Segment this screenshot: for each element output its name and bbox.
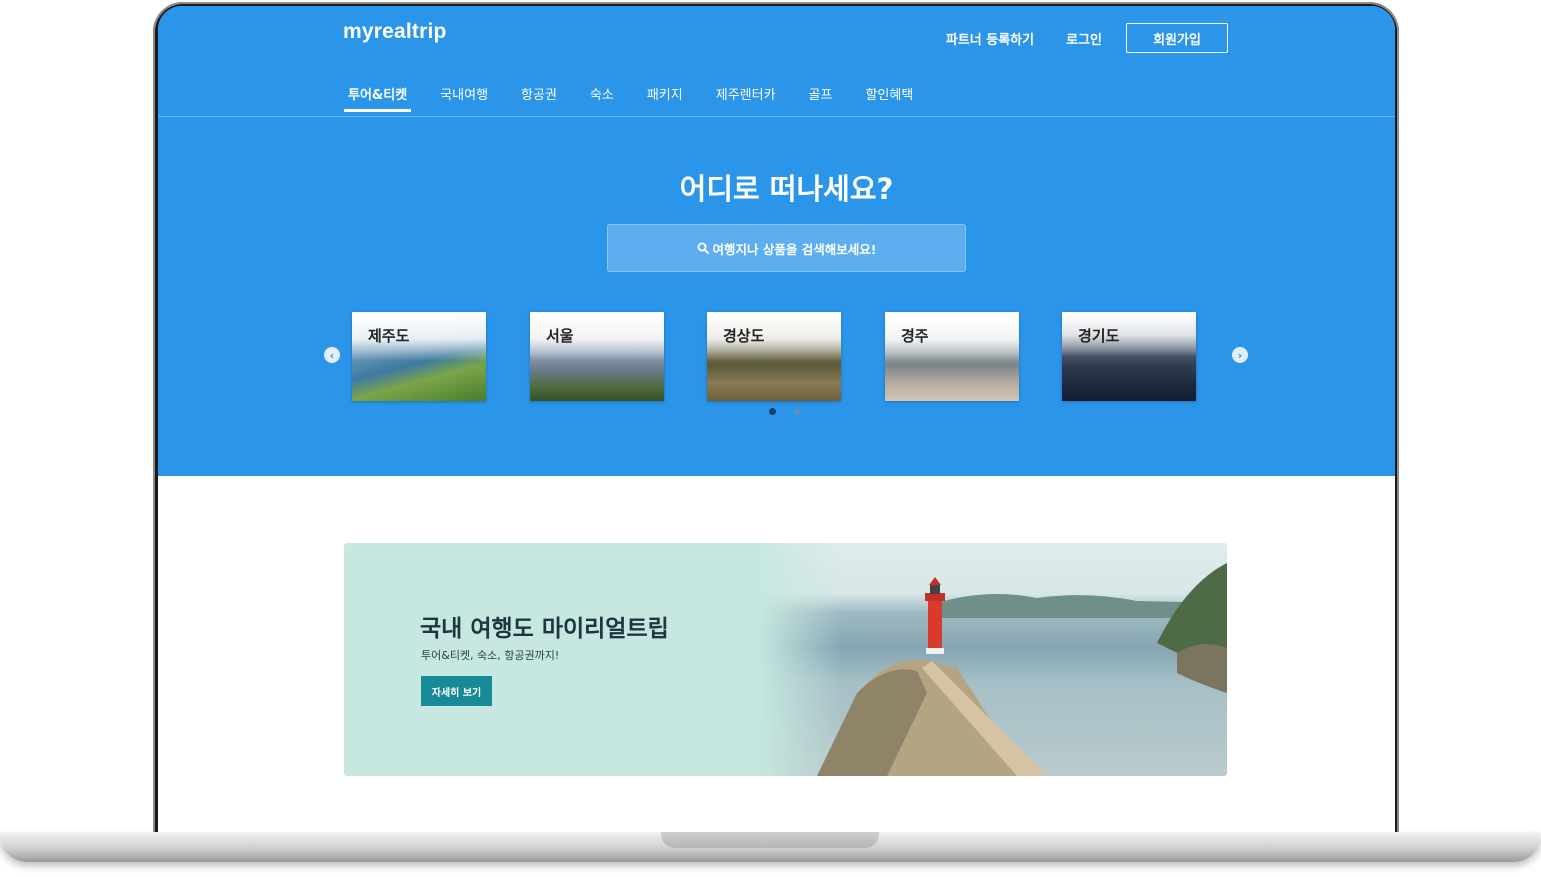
destination-label: 경주 [901,327,929,345]
carousel-dot-1[interactable] [769,408,776,415]
laptop-screen: myrealtrip 파트너 등록하기 로그인 회원가입 투어&티켓 국내여행 … [158,6,1395,832]
search-icon [697,242,709,254]
destination-card-gyeongsang[interactable]: 경상도 [707,312,841,401]
banner-subtitle: 투어&티켓, 숙소, 항공권까지! [421,649,560,662]
destination-card-seoul[interactable]: 서울 [530,312,664,401]
logo[interactable]: myrealtrip [343,20,447,44]
login-link[interactable]: 로그인 [1066,29,1102,48]
nav-divider [158,116,1395,117]
banner-image [757,543,1227,776]
main-nav: 투어&티켓 국내여행 항공권 숙소 패키지 제주렌터카 골프 할인혜택 [344,80,942,112]
destination-label: 경상도 [723,327,765,345]
header-links: 파트너 등록하기 로그인 회원가입 [914,23,1228,53]
nav-item-flights[interactable]: 항공권 [517,80,561,112]
search-placeholder: 여행지나 상품을 검색해보세요! [712,241,877,257]
laptop-notch [661,832,879,848]
chevron-right-icon: › [1237,348,1243,362]
lighthouse-scene [817,563,1227,776]
nav-item-jeju-rentacar[interactable]: 제주렌터카 [712,80,780,112]
carousel-prev-button[interactable]: ‹ [324,347,340,363]
signup-button[interactable]: 회원가입 [1126,23,1228,53]
destination-label: 경기도 [1078,327,1120,345]
nav-item-tour-ticket[interactable]: 투어&티켓 [344,80,412,112]
carousel-next-button[interactable]: › [1232,347,1248,363]
hero-title: 어디로 떠나세요? [679,172,894,206]
nav-item-package[interactable]: 패키지 [643,80,687,112]
nav-item-lodging[interactable]: 숙소 [586,80,618,112]
search-input[interactable]: 여행지나 상품을 검색해보세요! [607,224,966,272]
destination-label: 서울 [546,327,574,345]
promo-banner[interactable]: 국내 여행도 마이리얼트립 투어&티켓, 숙소, 항공권까지! 자세히 보기 [344,543,1227,776]
carousel-pagination [769,408,819,415]
carousel-dot-2[interactable] [794,408,801,415]
banner-detail-button[interactable]: 자세히 보기 [421,676,492,706]
nav-item-golf[interactable]: 골프 [805,80,837,112]
destination-card-gyeongju[interactable]: 경주 [885,312,1019,401]
destination-label: 제주도 [368,327,410,345]
banner-title: 국내 여행도 마이리얼트립 [420,616,669,642]
partner-register-link[interactable]: 파트너 등록하기 [946,29,1034,48]
nav-item-domestic[interactable]: 국내여행 [436,80,492,112]
destination-card-gyeonggi[interactable]: 경기도 [1062,312,1196,401]
nav-item-discount[interactable]: 할인혜택 [861,80,917,112]
destination-card-jeju[interactable]: 제주도 [352,312,486,401]
hero-section: myrealtrip 파트너 등록하기 로그인 회원가입 투어&티켓 국내여행 … [158,6,1395,476]
chevron-left-icon: ‹ [329,348,335,362]
